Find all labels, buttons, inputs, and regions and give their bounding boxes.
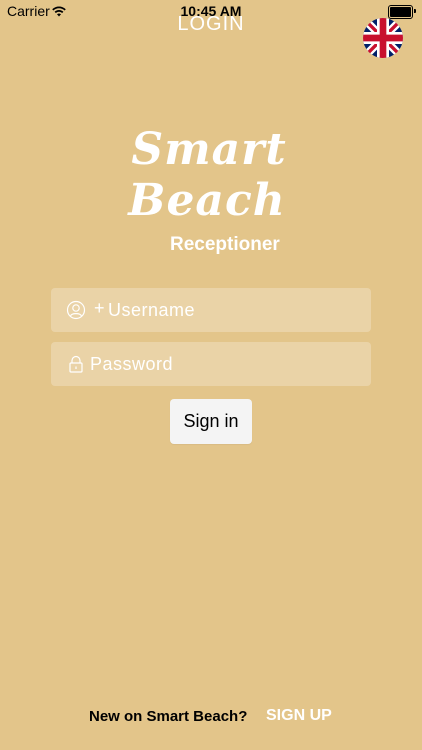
logo-line-smart: Smart (131, 124, 287, 175)
username-input[interactable] (108, 288, 358, 332)
app-subtitle: Receptioner (170, 234, 280, 255)
sign-in-button[interactable]: Sign in (170, 399, 252, 444)
signup-prompt: New on Smart Beach? (89, 708, 248, 725)
uk-flag-icon[interactable] (363, 18, 403, 58)
lock-icon (66, 354, 86, 374)
sign-up-link[interactable]: SIGN UP (266, 707, 332, 725)
password-field[interactable] (51, 342, 371, 386)
logo-line-beach: Beach (128, 175, 286, 226)
smart-beach-logo: Smart Beach (0, 118, 422, 233)
password-input[interactable] (90, 342, 360, 386)
username-field[interactable]: + (51, 288, 371, 332)
username-prefix: + (94, 298, 105, 318)
page-title: LOGIN (177, 13, 245, 35)
user-icon (66, 300, 86, 320)
